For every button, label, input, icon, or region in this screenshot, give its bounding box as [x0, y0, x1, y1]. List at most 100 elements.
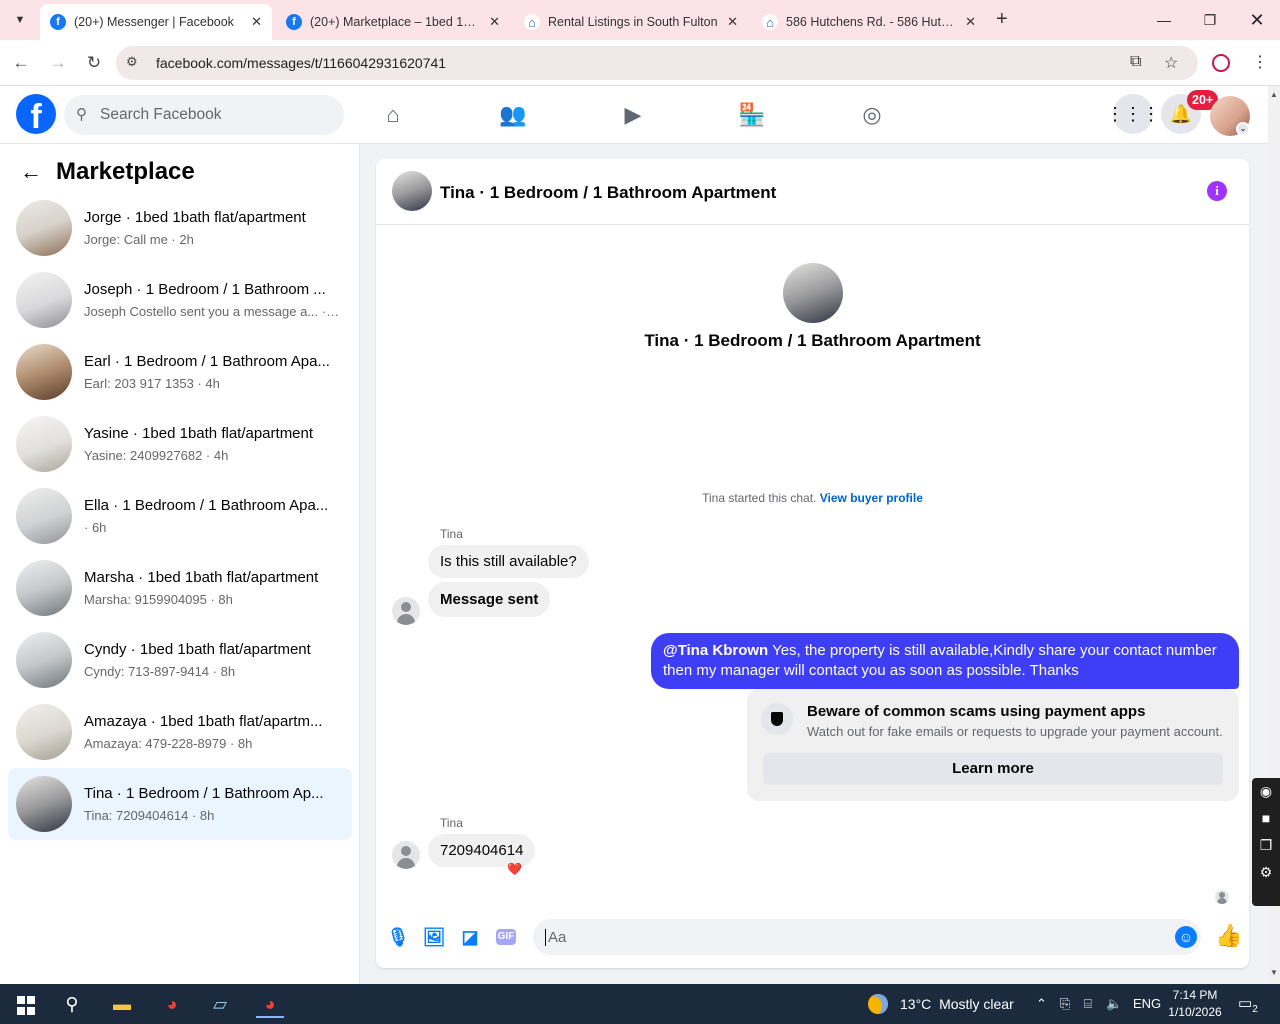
scroll-up-arrow-icon[interactable]: ▲ — [1268, 90, 1280, 99]
incoming-message[interactable]: Message sent — [428, 582, 551, 617]
tab-rental-listings[interactable]: ⌂ Rental Listings in South Fulton ✕ — [514, 4, 748, 40]
tab-hutchens-rd[interactable]: ⌂ 586 Hutchens Rd. - 586 Hutchens ✕ — [752, 4, 986, 40]
camera-icon[interactable]: ◉ — [1252, 778, 1280, 805]
window-capture-icon[interactable]: ❐ — [1252, 832, 1280, 859]
marketplace-icon[interactable]: 🏪 — [737, 100, 767, 130]
conversation-item[interactable]: Ella · 1 Bedroom / 1 Bathroom Apa... · 6… — [8, 480, 352, 552]
listing-thumbnail — [16, 488, 72, 544]
chat-title[interactable]: Tina · 1 Bedroom / 1 Bathroom Apartment — [440, 183, 776, 203]
conversation-item[interactable]: Cyndy · 1bed 1bath flat/apartment Cyndy:… — [8, 624, 352, 696]
incoming-message[interactable]: Is this still available? — [428, 545, 589, 578]
scroll-down-arrow-icon[interactable]: ▼ — [1268, 968, 1280, 977]
install-app-icon[interactable]: ⧉ — [1130, 53, 1141, 71]
learn-more-button[interactable]: Learn more — [763, 753, 1223, 785]
groups-icon[interactable]: ◎ — [857, 100, 887, 130]
conversation-item[interactable]: Marsha · 1bed 1bath flat/apartment Marsh… — [8, 552, 352, 624]
sender-avatar[interactable] — [392, 597, 420, 625]
bookmark-star-icon[interactable]: ☆ — [1164, 53, 1178, 73]
scam-warning-description: Watch out for fake emails or requests to… — [807, 724, 1223, 739]
gif-icon[interactable]: GIF — [496, 929, 516, 945]
sender-avatar[interactable] — [392, 841, 420, 869]
tab-messenger[interactable]: f (20+) Messenger | Facebook ✕ — [40, 4, 272, 40]
browser-menu-icon[interactable]: ⋮ — [1252, 52, 1268, 72]
photo-attach-icon[interactable]: 🖼 — [422, 925, 446, 949]
shield-icon — [761, 703, 793, 735]
conversation-item[interactable]: Amazaya · 1bed 1bath flat/apartm... Amaz… — [8, 696, 352, 768]
restore-icon[interactable]: ❐ — [1198, 8, 1222, 32]
listing-thumbnail — [16, 200, 72, 256]
network-icon[interactable]: ⌸ — [1084, 996, 1092, 1012]
back-arrow-icon[interactable]: ← — [8, 50, 34, 76]
chat-started-notice: Tina started this chat. View buyer profi… — [702, 491, 923, 505]
back-arrow-icon[interactable]: ← — [20, 159, 42, 185]
search-icon[interactable]: ⚲ — [58, 990, 86, 1018]
chrome-active-icon[interactable]: ◕ — [256, 990, 284, 1018]
minimize-icon[interactable]: — — [1152, 8, 1176, 32]
close-window-icon[interactable]: ✕ — [1245, 8, 1269, 32]
thumbs-up-icon[interactable]: 👍 — [1215, 923, 1242, 949]
notes-app-icon[interactable]: ▱ — [206, 990, 234, 1018]
message-input[interactable]: Aa ☺ — [533, 919, 1201, 955]
outgoing-message[interactable]: @Tina Kbrown Yes, the property is still … — [651, 633, 1239, 689]
video-record-icon[interactable]: ■ — [1252, 805, 1280, 832]
conversation-item[interactable]: Joseph · 1 Bedroom / 1 Bathroom ... Jose… — [8, 264, 352, 336]
facebook-logo-icon[interactable]: f — [16, 94, 56, 134]
facebook-search-input[interactable]: ⚲ Search Facebook — [64, 95, 344, 135]
tray-chevron-up-icon[interactable]: ⌃ — [1036, 996, 1047, 1012]
video-icon[interactable]: ▶ — [618, 100, 648, 130]
microphone-icon[interactable]: 🎙 — [386, 925, 410, 949]
weather-widget[interactable]: 13°C Mostly clear — [868, 994, 1014, 1014]
close-tab-icon[interactable]: ✕ — [965, 14, 976, 30]
tab-search-chevron-icon[interactable]: ▼ — [8, 8, 32, 32]
language-indicator[interactable]: ENG — [1133, 996, 1161, 1011]
reload-icon[interactable]: ↻ — [81, 50, 107, 76]
weather-icon — [868, 994, 888, 1014]
listing-thumbnail — [16, 272, 72, 328]
info-icon[interactable]: i — [1207, 181, 1227, 201]
meet-icon[interactable]: ⎘ — [1060, 996, 1070, 1012]
listing-thumbnail — [16, 776, 72, 832]
listing-thumbnail — [16, 344, 72, 400]
listing-thumbnail — [16, 632, 72, 688]
mention-tag[interactable]: @Tina Kbrown — [663, 642, 768, 659]
conversation-item[interactable]: Yasine · 1bed 1bath flat/apartment Yasin… — [8, 408, 352, 480]
chat-listing-thumbnail[interactable] — [392, 171, 432, 211]
file-explorer-icon[interactable]: ▬ — [108, 990, 136, 1018]
site-info-icon[interactable]: ⚙ — [126, 54, 138, 70]
zillow-favicon-icon: ⌂ — [524, 14, 540, 30]
home-icon[interactable]: ⌂ — [378, 100, 408, 130]
scam-warning-heading: Beware of common scams using payment app… — [807, 703, 1146, 720]
new-tab-plus-icon[interactable]: + — [996, 8, 1008, 31]
close-tab-icon[interactable]: ✕ — [251, 14, 262, 30]
sticker-icon[interactable]: ◪ — [458, 925, 482, 949]
heart-reaction-icon[interactable]: ❤️ — [507, 862, 522, 876]
settings-gear-icon[interactable]: ⚙ — [1252, 859, 1280, 886]
conversation-item[interactable]: Jorge · 1bed 1bath flat/apartment Jorge:… — [8, 192, 352, 264]
conversation-item-selected[interactable]: Tina · 1 Bedroom / 1 Bathroom Ap... Tina… — [8, 768, 352, 840]
seen-avatar — [1215, 890, 1229, 904]
listing-thumbnail — [16, 704, 72, 760]
browser-toolbar: ← → ↻ ⚙ facebook.com/messages/t/11660429… — [0, 40, 1280, 86]
browser-profile-icon[interactable] — [1212, 54, 1230, 72]
sidebar-title: Marketplace — [56, 158, 195, 185]
close-tab-icon[interactable]: ✕ — [489, 14, 500, 30]
forward-arrow-icon[interactable]: → — [45, 50, 71, 76]
close-tab-icon[interactable]: ✕ — [727, 14, 738, 30]
sidebar-header: ← Marketplace — [20, 158, 195, 186]
url-text[interactable]: facebook.com/messages/t/1166042931620741 — [156, 55, 446, 71]
friends-icon[interactable]: 👥 — [498, 100, 528, 130]
address-bar[interactable]: ⚙ facebook.com/messages/t/11660429316207… — [116, 46, 1198, 80]
system-clock[interactable]: 7:14 PM 1/10/2026 — [1166, 987, 1224, 1021]
volume-icon[interactable]: 🔈 — [1106, 996, 1122, 1012]
view-buyer-profile-link[interactable]: View buyer profile — [820, 491, 923, 505]
listing-thumbnail — [16, 416, 72, 472]
notification-center-icon[interactable]: ▭2 — [1238, 994, 1258, 1015]
tab-marketplace[interactable]: f (20+) Marketplace – 1bed 1bath ✕ — [276, 4, 510, 40]
conversation-item[interactable]: Earl · 1 Bedroom / 1 Bathroom Apa... Ear… — [8, 336, 352, 408]
chevron-down-icon[interactable]: ⌄ — [1236, 122, 1250, 136]
chrome-icon[interactable]: ◕ — [158, 990, 186, 1018]
windows-start-icon[interactable] — [12, 990, 40, 1018]
sender-name: Tina — [440, 816, 463, 830]
emoji-icon[interactable]: ☺ — [1175, 926, 1197, 948]
menu-grid-icon[interactable]: ⋮⋮⋮ — [1106, 94, 1160, 134]
